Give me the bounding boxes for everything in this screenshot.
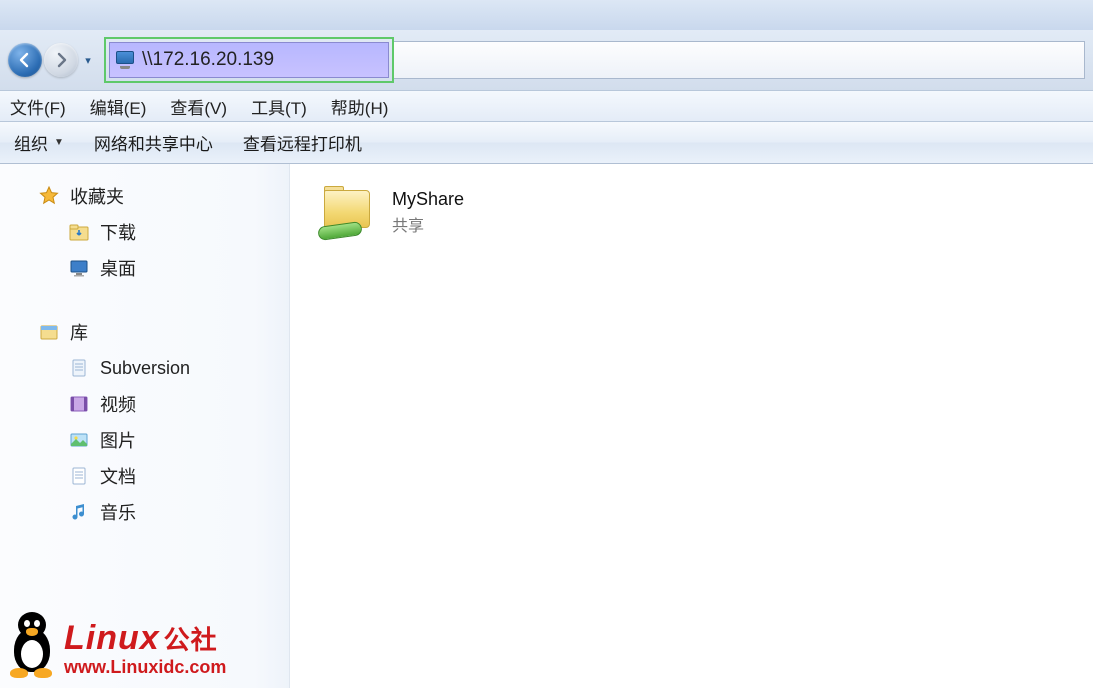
menu-edit[interactable]: 编辑(E) — [90, 94, 147, 119]
sidebar-libraries-label: 库 — [70, 319, 88, 345]
toolbar: 组织 ▼ 网络和共享中心 查看远程打印机 — [0, 122, 1093, 164]
sidebar-libraries-header[interactable]: 库 — [0, 314, 289, 350]
watermark-url: www.Linuxidc.com — [64, 657, 226, 678]
share-item-myshare[interactable]: MyShare 共享 — [318, 186, 598, 238]
sidebar-item-desktop[interactable]: 桌面 — [0, 250, 289, 286]
toolbar-view-printers-label: 查看远程打印机 — [243, 130, 362, 155]
forward-button[interactable] — [44, 43, 78, 77]
toolbar-network-center[interactable]: 网络和共享中心 — [94, 130, 213, 155]
desktop-icon — [68, 257, 90, 279]
sidebar-item-label: 音乐 — [100, 499, 136, 525]
sidebar-item-label: 桌面 — [100, 255, 136, 281]
shared-folder-icon — [318, 186, 378, 238]
menu-view[interactable]: 查看(V) — [170, 94, 227, 119]
address-bar-tail[interactable] — [394, 41, 1085, 79]
sidebar-item-label: 图片 — [100, 427, 136, 453]
toolbar-organize-label: 组织 — [14, 130, 48, 155]
arrow-right-icon — [52, 51, 70, 69]
sidebar-item-pictures[interactable]: 图片 — [0, 422, 289, 458]
watermark-brand-cn: 公社 — [164, 625, 218, 655]
sidebar-item-videos[interactable]: 视频 — [0, 386, 289, 422]
sidebar-item-label: 视频 — [100, 391, 136, 417]
video-lib-icon — [68, 393, 90, 415]
sidebar-item-music[interactable]: 音乐 — [0, 494, 289, 530]
picture-lib-icon — [68, 429, 90, 451]
back-button[interactable] — [8, 43, 42, 77]
sidebar-group-libraries: 库 Subversion 视频 图片 — [0, 314, 289, 530]
content-pane: MyShare 共享 — [290, 164, 1093, 688]
computer-icon — [116, 51, 136, 69]
menu-file[interactable]: 文件(F) — [10, 94, 66, 119]
address-highlight-box: \\172.16.20.139 — [104, 37, 394, 83]
toolbar-view-printers[interactable]: 查看远程打印机 — [243, 130, 362, 155]
sidebar-item-documents[interactable]: 文档 — [0, 458, 289, 494]
toolbar-network-center-label: 网络和共享中心 — [94, 130, 213, 155]
tux-penguin-icon — [4, 608, 62, 678]
nav-history-dropdown[interactable]: ▾ — [80, 54, 96, 67]
share-item-subtitle: 共享 — [392, 212, 464, 236]
menu-tools[interactable]: 工具(T) — [251, 94, 307, 119]
libraries-icon — [38, 321, 60, 343]
music-lib-icon — [68, 501, 90, 523]
share-item-title: MyShare — [392, 189, 464, 210]
arrow-left-icon — [16, 51, 34, 69]
toolbar-organize[interactable]: 组织 ▼ — [14, 130, 64, 155]
window-titlebar — [0, 0, 1093, 30]
menu-help[interactable]: 帮助(H) — [331, 94, 389, 119]
sidebar-favorites-label: 收藏夹 — [70, 183, 124, 209]
address-input[interactable]: \\172.16.20.139 — [142, 49, 382, 71]
sidebar-group-favorites: 收藏夹 下载 桌面 — [0, 178, 289, 286]
navigation-bar: ▾ \\172.16.20.139 — [0, 30, 1093, 90]
sidebar-item-downloads[interactable]: 下载 — [0, 214, 289, 250]
doc-lib-icon — [68, 357, 90, 379]
watermark-text: Linux公社 www.Linuxidc.com — [64, 621, 226, 678]
sidebar-favorites-header[interactable]: 收藏夹 — [0, 178, 289, 214]
sidebar-item-label: 下载 — [100, 219, 136, 245]
sidebar-item-subversion[interactable]: Subversion — [0, 350, 289, 386]
watermark: Linux公社 www.Linuxidc.com — [4, 608, 226, 678]
star-icon — [38, 185, 60, 207]
menu-bar: 文件(F) 编辑(E) 查看(V) 工具(T) 帮助(H) — [0, 90, 1093, 122]
sidebar-item-label: Subversion — [100, 358, 190, 379]
chevron-down-icon: ▼ — [54, 137, 64, 148]
address-bar[interactable]: \\172.16.20.139 — [109, 42, 389, 78]
download-folder-icon — [68, 221, 90, 243]
share-item-text: MyShare 共享 — [392, 189, 464, 236]
document-lib-icon — [68, 465, 90, 487]
watermark-brand: Linux — [64, 619, 160, 657]
sidebar-item-label: 文档 — [100, 463, 136, 489]
